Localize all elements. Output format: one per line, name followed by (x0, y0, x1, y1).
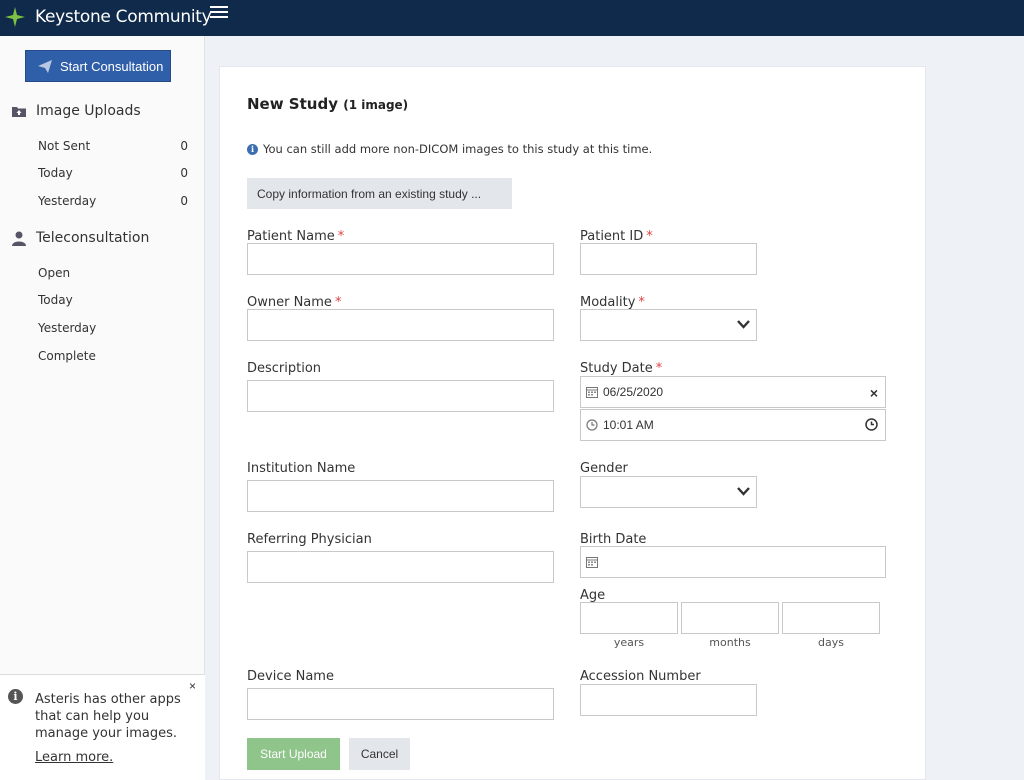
chevron-down-icon (737, 320, 750, 329)
years-label: years (613, 636, 645, 649)
sidebar: Start Consultation Image Uploads Not Sen… (0, 36, 205, 780)
accession-number-input[interactable] (580, 684, 757, 716)
study-time-value: 10:01 AM (603, 418, 654, 432)
teleconsultation-heading: Teleconsultation (11, 230, 149, 246)
age-label: Age (580, 588, 606, 603)
chevron-down-icon (737, 487, 750, 496)
referring-physician-input[interactable] (247, 551, 554, 583)
study-time-input[interactable]: 10:01 AM (580, 409, 886, 441)
months-label: months (709, 636, 751, 649)
sidebar-item-uploads-yesterday[interactable]: Yesterday 0 (38, 194, 188, 208)
copy-existing-study-button[interactable]: Copy information from an existing study … (247, 178, 512, 209)
app-title: Keystone Community (35, 7, 212, 27)
image-count: (1 image) (343, 98, 409, 112)
paper-plane-icon (38, 59, 52, 73)
birth-date-label: Birth Date (580, 532, 647, 547)
start-consultation-button[interactable]: Start Consultation (25, 50, 171, 82)
clock-icon[interactable] (865, 418, 878, 434)
count-badge: 0 (180, 194, 188, 208)
owner-name-input[interactable] (247, 309, 554, 341)
birth-date-input[interactable] (580, 546, 886, 578)
top-bar: Keystone Community (0, 0, 1024, 36)
accession-number-label: Accession Number (580, 669, 701, 684)
sidebar-item-complete[interactable]: Complete (38, 349, 188, 363)
patient-id-input[interactable] (580, 243, 757, 275)
folder-upload-icon (11, 104, 26, 119)
sidebar-item-not-sent[interactable]: Not Sent 0 (38, 139, 188, 153)
age-months-input[interactable] (681, 602, 779, 634)
description-label: Description (247, 361, 322, 376)
clear-date-icon[interactable]: × (870, 385, 878, 401)
calendar-icon (586, 386, 598, 398)
description-input[interactable] (247, 380, 554, 412)
doctor-user-icon (11, 231, 26, 246)
clock-icon (586, 419, 598, 431)
learn-more-link[interactable]: Learn more. (35, 750, 113, 765)
study-date-label: Study Date * (580, 361, 663, 376)
gender-select[interactable] (580, 476, 757, 508)
age-years-input[interactable] (580, 602, 678, 634)
start-consultation-label: Start Consultation (60, 58, 164, 74)
modality-select[interactable] (580, 309, 757, 341)
study-date-value: 06/25/2020 (603, 385, 664, 399)
info-icon: i (247, 143, 258, 155)
patient-name-input[interactable] (247, 243, 554, 275)
hamburger-menu-icon[interactable] (210, 6, 228, 20)
sidebar-item-open[interactable]: Open (38, 266, 188, 280)
device-name-label: Device Name (247, 669, 334, 684)
days-label: days (818, 636, 844, 649)
info-icon: i (8, 689, 23, 704)
hint-text: i You can still add more non-DICOM image… (247, 142, 652, 156)
patient-id-label: Patient ID * (580, 229, 653, 244)
patient-name-label: Patient Name * (247, 229, 345, 244)
apps-notice: i × Asteris has other apps that can help… (0, 674, 205, 780)
device-name-input[interactable] (247, 688, 554, 720)
sidebar-item-uploads-today[interactable]: Today 0 (38, 166, 188, 180)
image-uploads-heading: Image Uploads (11, 103, 141, 119)
sidebar-item-consult-yesterday[interactable]: Yesterday (38, 321, 188, 335)
gender-label: Gender (580, 461, 628, 476)
count-badge: 0 (180, 166, 188, 180)
notice-message: Asteris has other apps that can help you… (35, 692, 181, 741)
owner-name-label: Owner Name * (247, 295, 342, 310)
institution-name-input[interactable] (247, 480, 554, 512)
sidebar-item-consult-today[interactable]: Today (38, 293, 188, 307)
start-upload-button[interactable]: Start Upload (247, 738, 340, 770)
study-date-input[interactable]: 06/25/2020 × (580, 376, 886, 408)
age-days-input[interactable] (782, 602, 880, 634)
keystone-logo-icon (5, 7, 25, 27)
cancel-button[interactable]: Cancel (349, 738, 410, 770)
count-badge: 0 (180, 139, 188, 153)
page-title: New Study (1 image) (247, 95, 409, 113)
new-study-card: New Study (1 image) i You can still add … (219, 66, 926, 780)
institution-name-label: Institution Name (247, 461, 356, 476)
modality-label: Modality * (580, 295, 645, 310)
referring-physician-label: Referring Physician (247, 532, 372, 547)
calendar-icon (586, 556, 598, 568)
